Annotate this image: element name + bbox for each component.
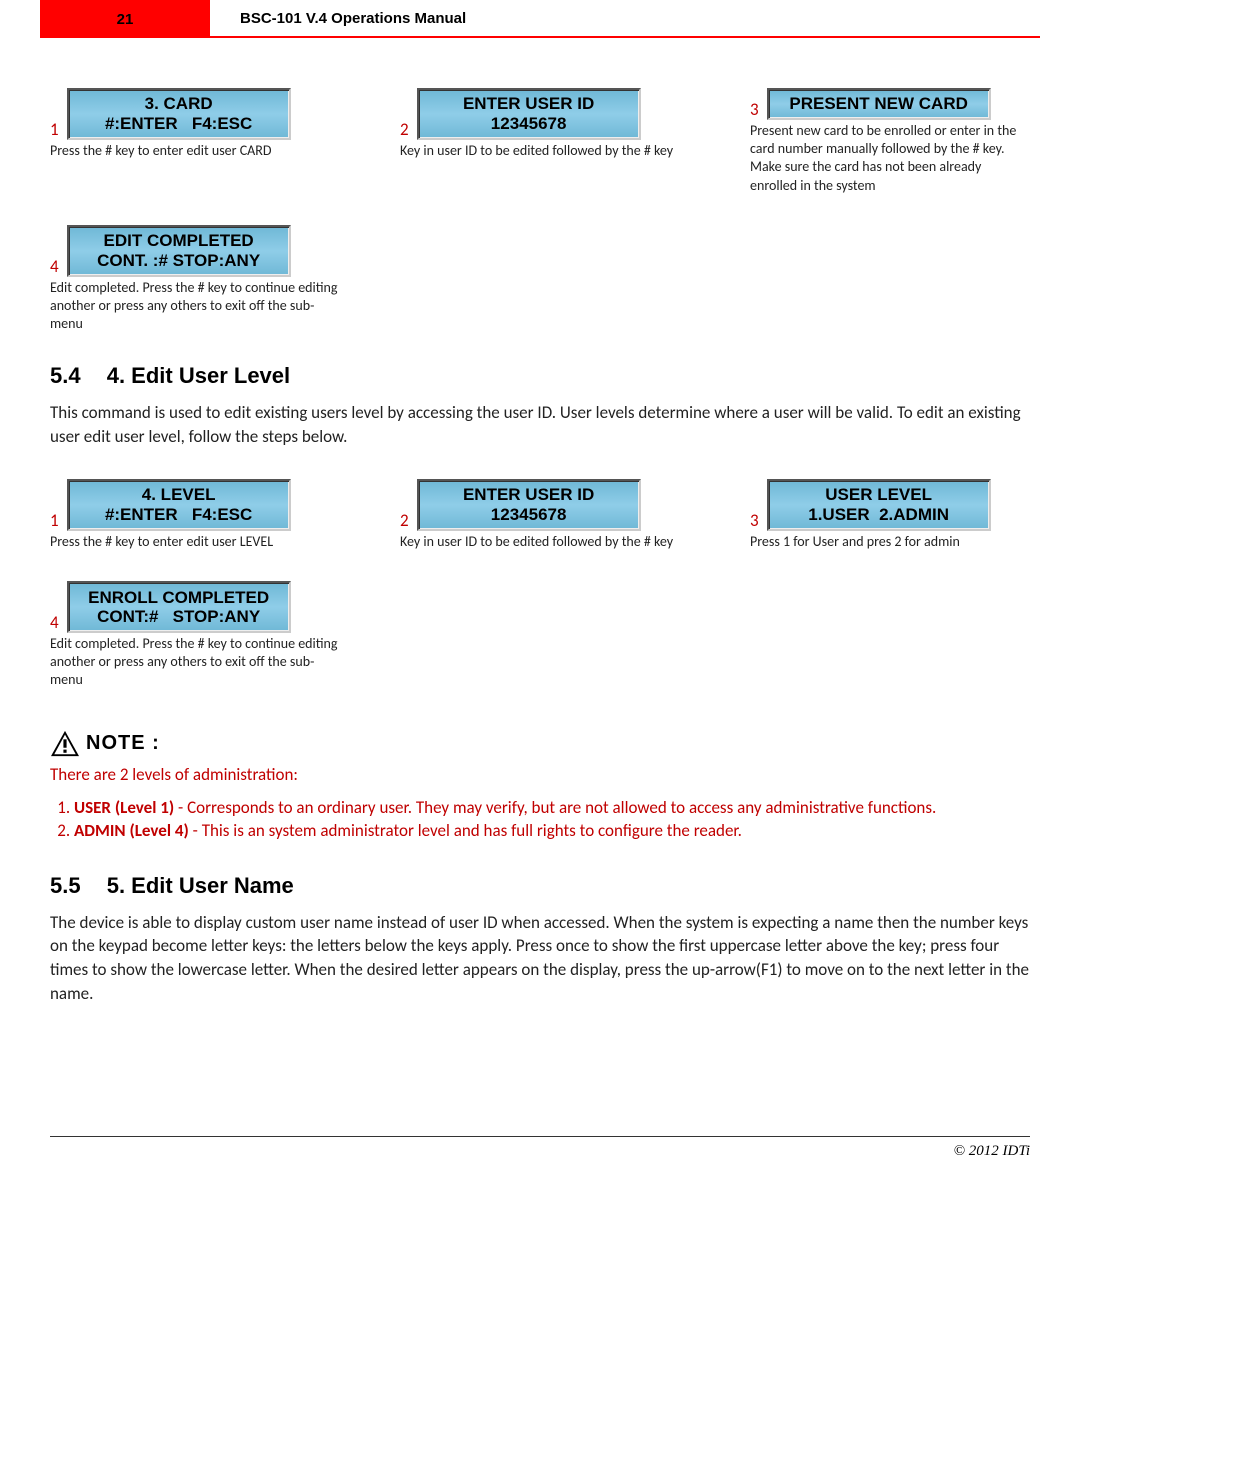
lcd-line2: CONT:# STOP:ANY: [97, 607, 260, 627]
lcd-line1: 3. CARD: [145, 94, 213, 114]
warning-icon: [50, 730, 80, 758]
note-header: NOTE :: [50, 730, 1030, 758]
step-caption: Press 1 for User and pres 2 for admin: [750, 533, 1030, 551]
level-step-1: 1 4. LEVEL #:ENTER F4:ESC Press the # ke…: [50, 479, 330, 551]
note-item-2: ADMIN (Level 4) - This is an system admi…: [74, 820, 1030, 843]
lcd-line1: PRESENT NEW CARD: [789, 94, 968, 114]
lcd-screen: USER LEVEL 1.USER 2.ADMIN: [767, 479, 991, 531]
card-step-3: 3 PRESENT NEW CARD Present new card to b…: [750, 88, 1030, 195]
step-caption: Key in user ID to be edited followed by …: [400, 533, 680, 551]
card-steps-row-1: 1 3. CARD #:ENTER F4:ESC Press the # key…: [50, 88, 1030, 195]
header-title: BSC-101 V.4 Operations Manual: [240, 10, 466, 27]
section-5-5-heading: 5.5 5. Edit User Name: [50, 873, 1030, 899]
lcd-line1: ENROLL COMPLETED: [88, 588, 269, 608]
lcd-line2: #:ENTER F4:ESC: [105, 505, 252, 525]
lcd-line2: 1.USER 2.ADMIN: [808, 505, 949, 525]
level-steps-row-2: 4 ENROLL COMPLETED CONT:# STOP:ANY Edit …: [50, 581, 1030, 690]
card-step-1: 1 3. CARD #:ENTER F4:ESC Press the # key…: [50, 88, 330, 195]
lcd-line2: CONT. :# STOP:ANY: [97, 251, 260, 271]
step-number: 4: [50, 256, 59, 277]
step-caption: Present new card to be enrolled or enter…: [750, 122, 1030, 195]
page-number-box: 21: [40, 0, 210, 38]
copyright: © 2012 IDTi: [954, 1143, 1030, 1159]
section-5-4-heading: 5.4 4. Edit User Level: [50, 363, 1030, 389]
lcd-screen: 4. LEVEL #:ENTER F4:ESC: [67, 479, 291, 531]
step-number: 2: [400, 119, 409, 140]
section-number: 5.5: [50, 873, 81, 898]
page-footer: © 2012 IDTi: [50, 1136, 1030, 1160]
note-item-bold: ADMIN (Level 4): [74, 820, 189, 841]
card-step-2: 2 ENTER USER ID 12345678 Key in user ID …: [400, 88, 680, 195]
step-caption: Key in user ID to be edited followed by …: [400, 142, 680, 160]
note-label: NOTE :: [86, 732, 160, 755]
lcd-screen: PRESENT NEW CARD: [767, 88, 991, 120]
lcd-line2: 12345678: [491, 505, 567, 525]
step-number: 4: [50, 612, 59, 633]
step-caption: Edit completed. Press the # key to conti…: [50, 279, 340, 334]
page-number: 21: [117, 11, 134, 28]
lcd-line1: ENTER USER ID: [463, 94, 594, 114]
step-caption: Edit completed. Press the # key to conti…: [50, 635, 340, 690]
lcd-line1: USER LEVEL: [825, 485, 932, 505]
lcd-line1: ENTER USER ID: [463, 485, 594, 505]
level-step-2: 2 ENTER USER ID 12345678 Key in user ID …: [400, 479, 680, 551]
step-caption: Press the # key to enter edit user CARD: [50, 142, 330, 160]
lcd-screen: ENTER USER ID 12345678: [417, 479, 641, 531]
card-step-4: 4 EDIT COMPLETED CONT. :# STOP:ANY Edit …: [50, 225, 340, 334]
header-title-wrap: BSC-101 V.4 Operations Manual: [210, 0, 1040, 38]
section-5-5-body: The device is able to display custom use…: [50, 911, 1030, 1006]
lcd-screen: 3. CARD #:ENTER F4:ESC: [67, 88, 291, 140]
page-header: 21 BSC-101 V.4 Operations Manual: [40, 0, 1040, 38]
section-5-4-body: This command is used to edit existing us…: [50, 401, 1030, 449]
note-intro: There are 2 levels of administration:: [50, 764, 1030, 785]
lcd-line1: EDIT COMPLETED: [104, 231, 254, 251]
section-title: 5. Edit User Name: [107, 873, 294, 898]
level-step-3: 3 USER LEVEL 1.USER 2.ADMIN Press 1 for …: [750, 479, 1030, 551]
section-number: 5.4: [50, 363, 81, 388]
note-list: USER (Level 1) - Corresponds to an ordin…: [50, 797, 1030, 843]
lcd-screen: ENTER USER ID 12345678: [417, 88, 641, 140]
step-caption: Press the # key to enter edit user LEVEL: [50, 533, 330, 551]
note-item-text: - Corresponds to an ordinary user. They …: [174, 797, 936, 818]
level-steps-row-1: 1 4. LEVEL #:ENTER F4:ESC Press the # ke…: [50, 479, 1030, 551]
step-number: 3: [750, 99, 759, 120]
lcd-screen: ENROLL COMPLETED CONT:# STOP:ANY: [67, 581, 291, 633]
note-item-1: USER (Level 1) - Corresponds to an ordin…: [74, 797, 1030, 820]
step-number: 2: [400, 510, 409, 531]
step-number: 1: [50, 510, 59, 531]
lcd-line2: 12345678: [491, 114, 567, 134]
lcd-line2: #:ENTER F4:ESC: [105, 114, 252, 134]
step-number: 1: [50, 119, 59, 140]
level-step-4: 4 ENROLL COMPLETED CONT:# STOP:ANY Edit …: [50, 581, 340, 690]
note-item-text: - This is an system administrator level …: [189, 820, 742, 841]
lcd-line1: 4. LEVEL: [142, 485, 216, 505]
lcd-screen: EDIT COMPLETED CONT. :# STOP:ANY: [67, 225, 291, 277]
card-steps-row-2: 4 EDIT COMPLETED CONT. :# STOP:ANY Edit …: [50, 225, 1030, 334]
note-item-bold: USER (Level 1): [74, 797, 174, 818]
step-number: 3: [750, 510, 759, 531]
section-title: 4. Edit User Level: [107, 363, 290, 388]
